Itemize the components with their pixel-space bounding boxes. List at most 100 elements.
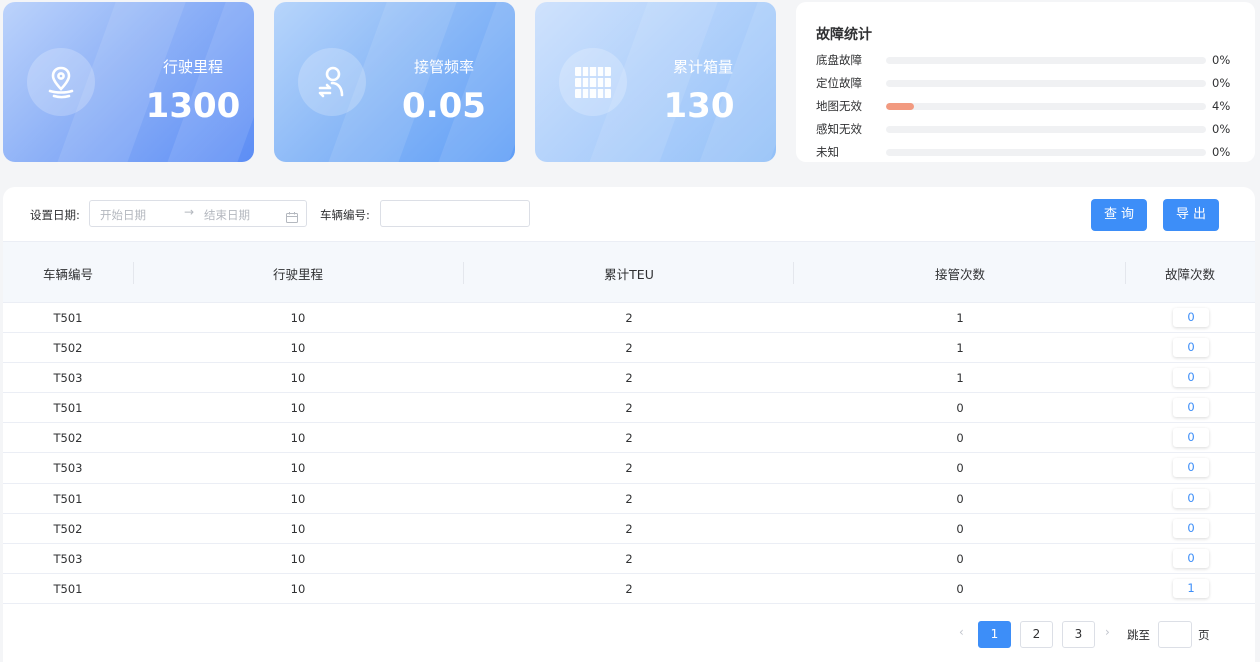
column-header: 接管次数 [934, 267, 985, 282]
table-cell: 0 [956, 491, 964, 506]
column-header: 行驶里程 [272, 267, 323, 282]
fault-count-button[interactable]: 0 [1173, 368, 1209, 388]
table-row: T503 10 2 0 0 [3, 453, 1255, 484]
jump-page-input[interactable] [1158, 621, 1192, 648]
export-button[interactable]: 导出 [1163, 199, 1219, 231]
table-row: T502 10 2 0 0 [3, 514, 1255, 544]
stat-card-teu: 累计箱量 130 [535, 2, 776, 162]
next-page-button[interactable]: › [1105, 625, 1110, 639]
prev-page-button[interactable]: ‹ [959, 625, 964, 639]
fault-count-button[interactable]: 0 [1173, 488, 1209, 508]
table-cell: T501 [53, 401, 83, 416]
fault-percent: 4% [1212, 99, 1231, 113]
table-row: T501 10 2 0 1 [3, 574, 1255, 604]
fault-row: 地图无效 4% [816, 98, 1236, 114]
table-cell: 2 [625, 581, 633, 596]
table-cell: 0 [956, 551, 964, 566]
table-row: T502 10 2 1 0 [3, 333, 1255, 364]
table-cell: 2 [625, 551, 633, 566]
stat-label: 累计箱量 [672, 58, 733, 76]
fault-stats-title: 故障统计 [816, 27, 872, 43]
fault-bar [886, 57, 1206, 64]
page-button-2[interactable]: 2 [1020, 621, 1053, 648]
table-cell: T502 [53, 431, 83, 446]
stat-value: 130 [663, 86, 735, 126]
fault-count-button[interactable]: 0 [1173, 338, 1209, 358]
table-cell: 10 [290, 551, 306, 566]
table-cell: 10 [290, 521, 306, 536]
fault-name: 地图无效 [816, 99, 862, 113]
table-cell: 2 [625, 341, 633, 356]
table-cell: 1 [956, 311, 964, 325]
fault-count-button[interactable]: 0 [1173, 548, 1209, 568]
page-suffix: 页 [1198, 628, 1210, 642]
fault-count-button[interactable]: 1 [1173, 578, 1209, 598]
table-cell: 0 [956, 521, 964, 536]
table-cell: 10 [290, 371, 306, 386]
jump-label: 跳至 [1127, 628, 1150, 642]
table-cell: 10 [290, 431, 306, 446]
table-row: T501 10 2 0 0 [3, 393, 1255, 424]
stat-card-mileage: 行驶里程 1300 [3, 2, 254, 162]
vehicle-number-input[interactable] [380, 200, 530, 227]
fault-row: 感知无效 0% [816, 121, 1236, 137]
fault-stats-panel: 故障统计 底盘故障 0% 定位故障 0% 地图无效 4% 感知无效 0% 未知 … [796, 2, 1255, 162]
table-cell: 10 [290, 461, 306, 476]
page-button-3[interactable]: 3 [1062, 621, 1095, 648]
fault-row: 未知 0% [816, 144, 1236, 160]
table-cell: T501 [53, 311, 83, 325]
table-cell: 2 [625, 311, 633, 325]
date-range-picker[interactable]: 开始日期 → 结束日期 [89, 200, 307, 227]
fault-name: 底盘故障 [816, 53, 862, 67]
table-cell: 2 [625, 431, 633, 446]
stat-label: 接管频率 [413, 58, 474, 76]
stat-card-takeover: 接管频率 0.05 [274, 2, 515, 162]
fault-row: 底盘故障 0% [816, 52, 1236, 68]
table-row: T503 10 2 1 0 [3, 363, 1255, 394]
start-date-input[interactable]: 开始日期 [100, 207, 146, 223]
page-button-1[interactable]: 1 [978, 621, 1011, 648]
fault-count-button[interactable]: 0 [1173, 458, 1209, 478]
column-header: 车辆编号 [42, 267, 93, 282]
fault-name: 定位故障 [816, 76, 862, 90]
table-cell: 2 [625, 461, 633, 476]
table-cell: 1 [956, 371, 964, 386]
table-header: 车辆编号 行驶里程 累计TEU 接管次数 故障次数 [3, 241, 1255, 303]
fault-row: 定位故障 0% [816, 75, 1236, 91]
table-row: T502 10 2 0 0 [3, 423, 1255, 454]
table-cell: 10 [290, 401, 306, 416]
table-cell: T503 [53, 551, 83, 566]
table-row: T503 10 2 0 0 [3, 544, 1255, 574]
stat-value: 0.05 [402, 86, 486, 126]
fault-count-button[interactable]: 0 [1173, 308, 1209, 327]
stat-value: 1300 [145, 86, 241, 126]
table-cell: 1 [956, 341, 964, 356]
stat-label: 行驶里程 [162, 58, 223, 76]
table-cell: T502 [53, 341, 83, 356]
table-row: T501 10 2 0 0 [3, 484, 1255, 514]
location-road-icon [27, 48, 95, 116]
end-date-input[interactable]: 结束日期 [204, 207, 250, 223]
calendar-icon[interactable] [286, 208, 298, 227]
fault-count-button[interactable]: 0 [1173, 398, 1209, 418]
column-header: 故障次数 [1164, 267, 1215, 282]
table-cell: 0 [956, 461, 964, 476]
table-cell: 2 [625, 521, 633, 536]
table-cell: T502 [53, 521, 83, 536]
table-cell: 2 [625, 491, 633, 506]
fault-bar [886, 103, 1206, 110]
table-cell: 2 [625, 401, 633, 416]
table-cell: 10 [290, 341, 306, 356]
date-filter-label: 设置日期: [30, 208, 80, 222]
query-button[interactable]: 查询 [1091, 199, 1147, 231]
fault-bar [886, 80, 1206, 87]
fault-percent: 0% [1212, 145, 1231, 159]
table-body: T501 10 2 1 0 T502 10 2 1 0 T503 10 2 1 0 T501 10 2 0 0 T502… [3, 303, 1255, 604]
table-row: T501 10 2 1 0 [3, 303, 1255, 334]
table-cell: T501 [53, 581, 83, 596]
container-icon [559, 48, 627, 116]
fault-count-button[interactable]: 0 [1173, 428, 1209, 448]
fault-count-button[interactable]: 0 [1173, 518, 1209, 538]
fault-percent: 0% [1212, 122, 1231, 136]
vehicle-table-panel: 设置日期: 开始日期 → 结束日期 车辆编号: 查询 导出 车辆编号 行驶里程 … [3, 187, 1255, 662]
